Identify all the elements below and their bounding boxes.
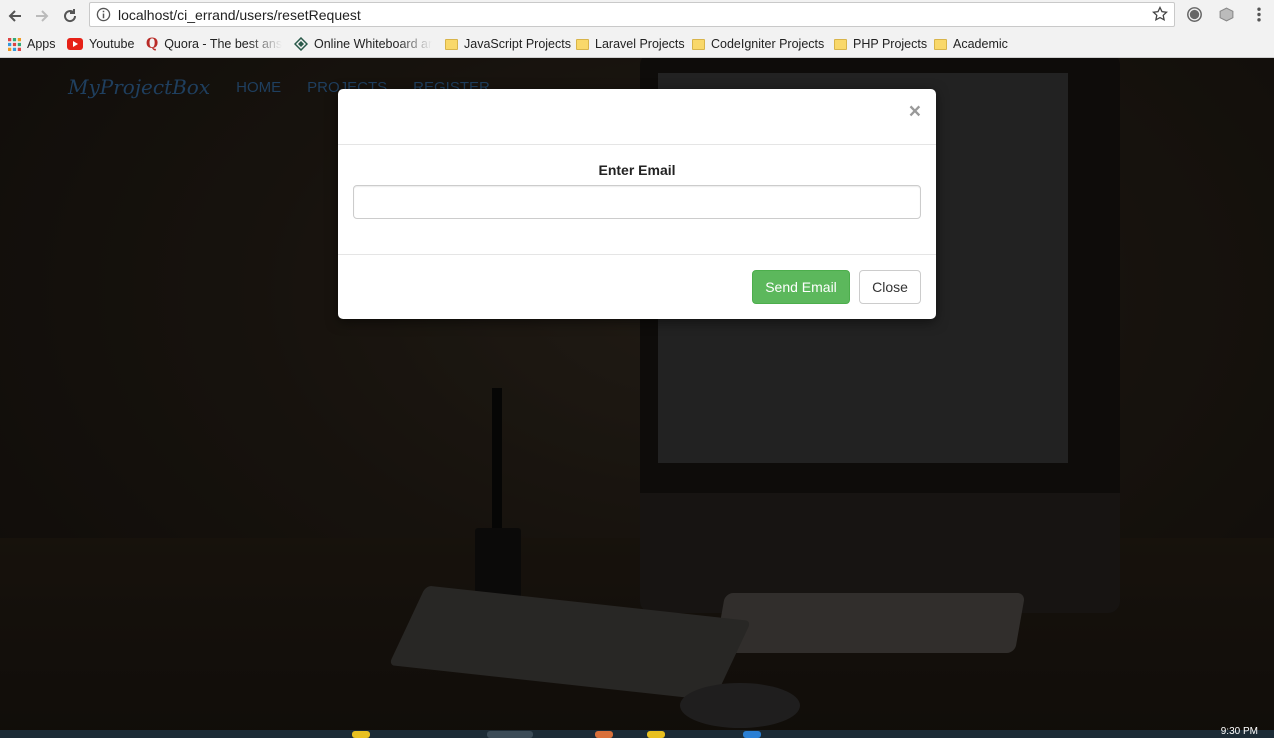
- taskbar-app-icon[interactable]: [352, 731, 370, 738]
- send-email-button[interactable]: Send Email: [752, 270, 850, 304]
- browser-toolbar: localhost/ci_errand/users/resetRequest: [0, 0, 1274, 31]
- folder-icon: [576, 39, 589, 50]
- bookmark-laravel-projects[interactable]: Laravel Projects: [576, 35, 685, 53]
- back-button[interactable]: [4, 5, 26, 27]
- forward-button[interactable]: [31, 5, 53, 27]
- nav-home[interactable]: HOME: [236, 79, 281, 96]
- browser-menu-icon[interactable]: [1254, 6, 1264, 23]
- taskbar-app-icon[interactable]: [595, 731, 613, 738]
- taskbar-app-icon[interactable]: [743, 731, 761, 738]
- bookmark-label: Online Whiteboard an: [314, 37, 432, 51]
- bookmark-label: Laravel Projects: [595, 37, 685, 51]
- folder-icon: [692, 39, 705, 50]
- reload-icon: [64, 9, 77, 23]
- bookmark-label: CodeIgniter Projects: [711, 37, 825, 51]
- quora-icon: Q: [146, 36, 159, 52]
- bookmarks-bar: Apps Youtube Q Quora - The best answ Onl…: [0, 31, 1274, 58]
- bookmark-label: Academic: [953, 37, 1008, 51]
- bookmark-whiteboard[interactable]: Online Whiteboard an: [294, 35, 432, 53]
- bookmark-codeigniter-projects[interactable]: CodeIgniter Projects: [692, 35, 824, 53]
- extension-wordpress-icon[interactable]: [1186, 6, 1203, 23]
- bookmark-label: Apps: [27, 37, 56, 51]
- bookmark-quora[interactable]: Q Quora - The best answ: [146, 35, 282, 53]
- modal-close-icon[interactable]: ×: [909, 101, 921, 122]
- forward-arrow-icon: [36, 10, 49, 22]
- reset-password-modal: × Enter Email Send Email Close: [338, 89, 936, 319]
- taskbar-clock[interactable]: 9:30 PM: [1221, 726, 1258, 737]
- reload-button[interactable]: [59, 5, 81, 27]
- bookmark-academic[interactable]: Academic: [934, 35, 1008, 53]
- extension-cube-icon[interactable]: [1218, 6, 1235, 23]
- bookmark-label: Quora - The best answ: [164, 37, 282, 51]
- modal-header: ×: [338, 89, 936, 145]
- close-button[interactable]: Close: [859, 270, 921, 304]
- info-icon[interactable]: [96, 7, 111, 22]
- taskbar-chrome-item[interactable]: [487, 731, 533, 738]
- bookmark-apps[interactable]: Apps: [8, 35, 56, 53]
- folder-icon: [445, 39, 458, 50]
- site-brand[interactable]: MyProjectBox: [68, 75, 210, 99]
- modal-body: Enter Email: [338, 145, 936, 254]
- bookmark-label: PHP Projects: [853, 37, 928, 51]
- bookmark-youtube[interactable]: Youtube: [67, 35, 134, 53]
- taskbar-app-icon[interactable]: [647, 731, 665, 738]
- bookmark-php-projects[interactable]: PHP Projects: [834, 35, 927, 53]
- apps-grid-icon: [8, 37, 21, 51]
- bookmark-label: Youtube: [89, 37, 135, 51]
- whiteboard-icon: [294, 37, 308, 51]
- bookmark-star-icon[interactable]: [1152, 6, 1168, 22]
- folder-icon: [934, 39, 947, 50]
- email-label: Enter Email: [598, 162, 676, 178]
- email-input[interactable]: [353, 185, 921, 219]
- back-arrow-icon: [8, 10, 21, 22]
- modal-footer: Send Email Close: [338, 254, 936, 319]
- folder-icon: [834, 39, 847, 50]
- os-taskbar: 9:30 PM: [0, 726, 1274, 738]
- youtube-icon: [67, 38, 83, 50]
- bookmark-javascript-projects[interactable]: JavaScript Projects: [445, 35, 571, 53]
- address-bar[interactable]: localhost/ci_errand/users/resetRequest: [89, 2, 1175, 27]
- bookmark-label: JavaScript Projects: [464, 37, 571, 51]
- url-text[interactable]: localhost/ci_errand/users/resetRequest: [118, 7, 361, 23]
